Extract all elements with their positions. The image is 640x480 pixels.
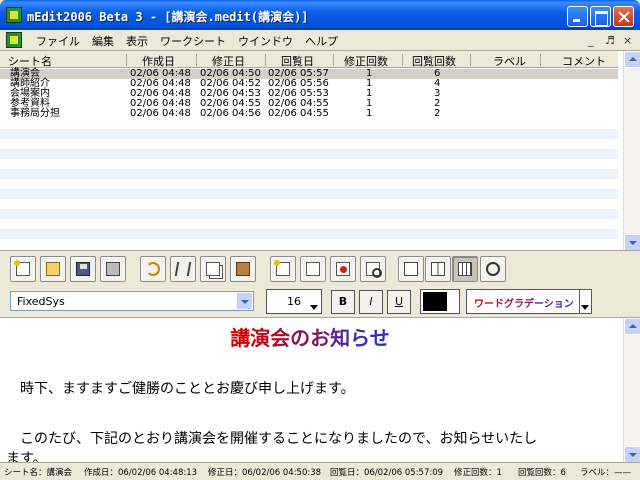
sheet-list-scrollbar[interactable] [623, 51, 640, 251]
column-view-icon [458, 262, 472, 276]
table-row[interactable]: 事務局分担 02/06 04:48 02/06 04:56 02/06 04:5… [0, 109, 618, 119]
window-title: mEdit2006 Beta 3 - [講演会.medit(講演会)] [27, 10, 309, 24]
copy-button[interactable] [200, 256, 226, 282]
format-bar: FixedSys 16 B I U ワードグラデーション [0, 285, 640, 317]
undo-button[interactable] [140, 256, 166, 282]
status-bar: シート名：講演会 作成日：06/02/06 04:48:13 修正日：06/02… [0, 462, 640, 480]
title-bar: mEdit2006 Beta 3 - [講演会.medit(講演会)] [0, 0, 640, 30]
document-icon[interactable] [6, 32, 22, 48]
mdi-restore-button[interactable]: ♬ [605, 34, 615, 47]
sheet-list-header: シート名 作成日 修正日 回覧日 修正回数 回覧回数 ラベル コメント [0, 51, 618, 68]
duplicate-sheet-icon [306, 262, 320, 276]
menu-help[interactable]: ヘルプ [299, 33, 344, 49]
app-icon[interactable] [6, 7, 22, 23]
view-triple-button[interactable] [452, 256, 478, 282]
printer-icon [106, 262, 120, 276]
save-button[interactable] [70, 256, 96, 282]
delete-sheet-button[interactable] [330, 256, 356, 282]
menu-edit[interactable]: 編集 [86, 33, 120, 49]
underline-button[interactable]: U [387, 290, 411, 314]
editor-scrollbar[interactable] [623, 318, 640, 462]
column-header-view-count[interactable]: 回覧回数 [412, 53, 456, 69]
column-header-sheet-name[interactable]: シート名 [8, 53, 52, 69]
document-heading: 講演会のお知らせ [0, 322, 620, 351]
column-header-created[interactable]: 作成日 [142, 53, 175, 69]
preview-icon [366, 262, 382, 278]
open-folder-icon [46, 262, 60, 276]
sheet-list: シート名 作成日 修正日 回覧日 修正回数 回覧回数 ラベル コメント 講演会 … [0, 50, 640, 251]
status-view-count: 回覧回数：6 [518, 468, 566, 478]
status-sheet: シート名：講演会 [4, 468, 73, 478]
single-pane-icon [404, 262, 418, 276]
column-header-viewed[interactable]: 回覧日 [281, 53, 314, 69]
dropdown-arrow-icon [310, 305, 318, 310]
font-select[interactable]: FixedSys [10, 291, 254, 311]
main-toolbar [0, 250, 640, 285]
mdi-minimize-button[interactable]: _ [588, 34, 594, 47]
text-editor[interactable]: 講演会のお知らせ 時下、ますますご健勝のこととお慶び申し上げます。 このたび、下… [0, 317, 640, 462]
save-disk-icon [76, 262, 90, 276]
font-size-value: 16 [287, 295, 301, 308]
cut-button[interactable] [170, 256, 196, 282]
duplicate-button[interactable] [300, 256, 326, 282]
view-single-button[interactable] [398, 256, 424, 282]
delete-sheet-icon [336, 262, 350, 276]
close-button[interactable] [613, 6, 634, 27]
magnifier-icon [486, 262, 500, 276]
editor-line: 時下、ますますご健勝のこととお慶び申し上げます。 [20, 381, 355, 397]
new-sheet-button[interactable] [10, 256, 36, 282]
font-select-value: FixedSys [17, 295, 65, 308]
scroll-up-button[interactable] [624, 51, 640, 68]
print-button[interactable] [100, 256, 126, 282]
copy-icon [206, 262, 220, 276]
undo-icon [146, 262, 160, 276]
zoom-button[interactable] [480, 256, 506, 282]
paste-button[interactable] [230, 256, 256, 282]
menu-bar: ファイル 編集 表示 ワークシート ウインドウ ヘルプ _ ♬ × [0, 30, 640, 50]
status-modified: 修正日：06/02/06 04:50:38 [208, 468, 322, 478]
chevron-down-icon[interactable] [236, 292, 253, 310]
column-header-comment[interactable]: コメント [562, 53, 606, 69]
menu-window[interactable]: ウインドウ [232, 33, 299, 49]
status-created: 作成日：06/02/06 04:48:13 [84, 468, 198, 478]
font-size-select[interactable]: 16 [266, 289, 322, 314]
menu-file[interactable]: ファイル [30, 33, 86, 49]
minimize-button[interactable] [567, 6, 588, 27]
status-mod-count: 修正回数：1 [454, 468, 502, 478]
dropdown-arrow-icon[interactable] [579, 290, 591, 313]
bold-button[interactable]: B [331, 290, 355, 314]
text-color-button[interactable] [420, 289, 460, 314]
scroll-up-button[interactable] [624, 318, 640, 335]
status-label: ラベル：—— [580, 468, 632, 478]
menu-view[interactable]: 表示 [120, 33, 154, 49]
scroll-down-button[interactable] [624, 234, 640, 251]
double-pane-icon [431, 262, 445, 276]
column-header-label[interactable]: ラベル [493, 53, 526, 69]
mdi-close-button[interactable]: × [623, 34, 632, 47]
column-header-mod-count[interactable]: 修正回数 [344, 53, 388, 69]
column-header-modified[interactable]: 修正日 [212, 53, 245, 69]
preview-button[interactable] [360, 256, 386, 282]
menu-worksheet[interactable]: ワークシート [154, 33, 232, 49]
maximize-button[interactable] [590, 6, 611, 27]
color-swatch [423, 292, 447, 311]
editor-line: このたび、下記のとおり講演会を開催することになりましたので、お知らせいたし [20, 431, 538, 447]
new-sheet-icon [14, 260, 30, 276]
clipboard-icon [236, 262, 250, 276]
new-page-icon [274, 260, 290, 276]
view-double-button[interactable] [425, 256, 451, 282]
italic-button[interactable]: I [359, 290, 383, 314]
status-viewed: 回覧日：06/02/06 05:57:09 [330, 468, 444, 478]
scroll-down-button[interactable] [624, 446, 640, 462]
scissors-icon [174, 262, 192, 276]
word-gradation-button[interactable]: ワードグラデーション [466, 289, 592, 314]
editor-line: ます。 [6, 451, 47, 462]
open-button[interactable] [40, 256, 66, 282]
word-gradation-label: ワードグラデーション [474, 295, 574, 310]
new-page-button[interactable] [270, 256, 296, 282]
